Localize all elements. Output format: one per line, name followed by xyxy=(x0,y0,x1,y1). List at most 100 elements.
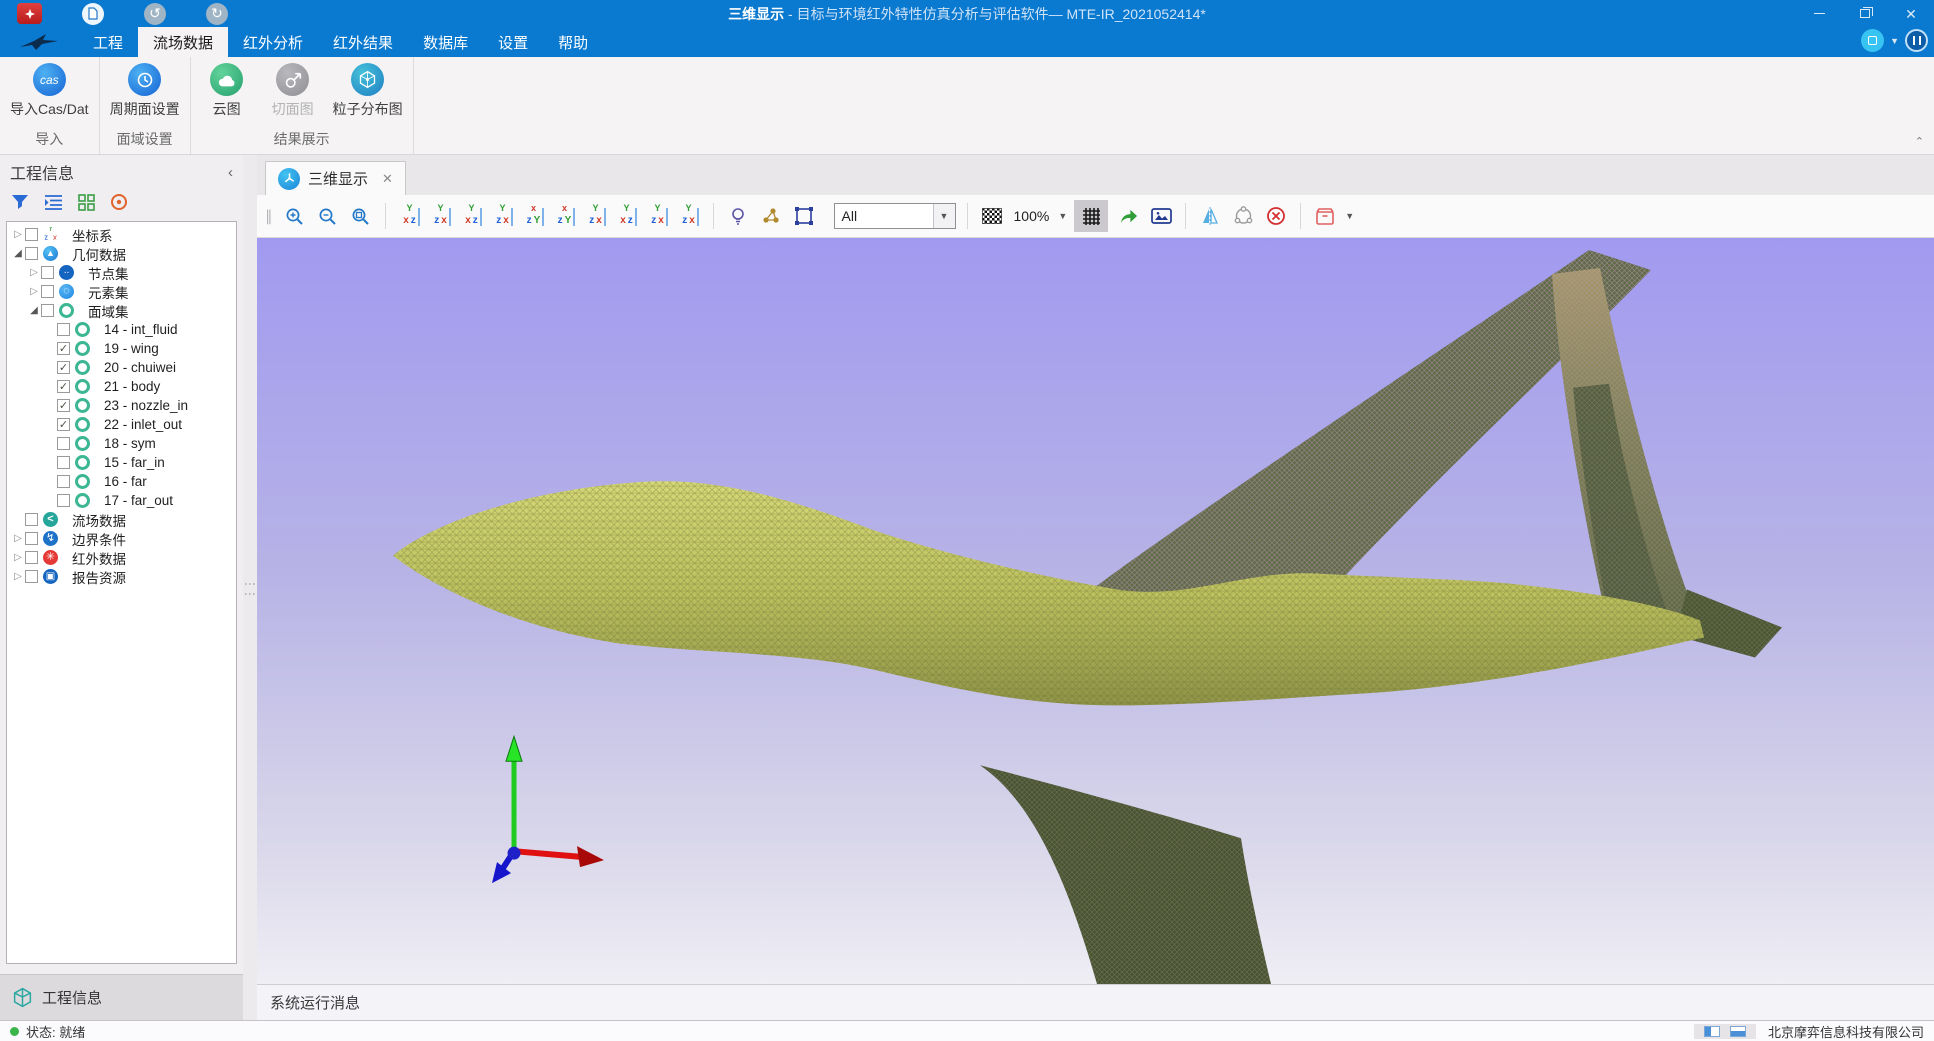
checkbox[interactable] xyxy=(57,475,70,488)
checkbox[interactable] xyxy=(57,494,70,507)
mesh-toggle-button[interactable] xyxy=(1074,200,1108,232)
combo-arrow-icon[interactable]: ▼ xyxy=(933,204,955,228)
tree-item[interactable]: ✓23 - nozzle_in xyxy=(7,396,236,415)
tree-item[interactable]: ▷▣报告资源 xyxy=(7,567,236,586)
view-orientation-button[interactable]: Yzx xyxy=(676,204,702,228)
menu-item[interactable]: 红外分析 xyxy=(228,27,318,57)
checkbox[interactable]: ✓ xyxy=(57,380,70,393)
help-book-button[interactable] xyxy=(1905,29,1928,52)
zoom-out-button[interactable] xyxy=(315,203,341,229)
export-button[interactable] xyxy=(1115,203,1141,229)
menu-item[interactable]: 设置 xyxy=(483,27,543,57)
expander-icon[interactable]: ◢ xyxy=(11,248,25,259)
tree-item[interactable]: 14 - int_fluid xyxy=(7,320,236,339)
tab-close-icon[interactable]: ✕ xyxy=(382,171,393,187)
restore-button[interactable] xyxy=(1842,0,1888,27)
panel-footer-tab[interactable]: 工程信息 xyxy=(0,974,243,1020)
archive-caret-icon[interactable]: ▼ xyxy=(1345,211,1354,221)
ribbon-button[interactable]: 云图 xyxy=(201,63,253,125)
new-document-button[interactable] xyxy=(82,3,104,25)
chevron-down-icon[interactable]: ▼ xyxy=(1890,36,1899,46)
select-region-button[interactable] xyxy=(791,203,817,229)
display-filter-select[interactable]: All ▼ xyxy=(834,203,956,229)
snapshot-button[interactable] xyxy=(1148,203,1174,229)
checkbox[interactable] xyxy=(41,285,54,298)
checkbox[interactable] xyxy=(25,228,38,241)
view-orientation-button[interactable]: xzY xyxy=(521,204,547,228)
checkbox[interactable]: ✓ xyxy=(57,361,70,374)
tree-item[interactable]: ▷∙∙节点集 xyxy=(7,263,236,282)
checkbox[interactable]: ✓ xyxy=(57,342,70,355)
view-orientation-button[interactable]: Yzx xyxy=(645,204,671,228)
share-nodes-button[interactable] xyxy=(1230,203,1256,229)
expander-icon[interactable]: ▷ xyxy=(11,229,25,240)
close-button[interactable]: ✕ xyxy=(1888,0,1934,27)
expander-icon[interactable]: ◢ xyxy=(27,305,41,316)
checkbox[interactable]: ✓ xyxy=(57,418,70,431)
tree-item[interactable]: 17 - far_out xyxy=(7,491,236,510)
expander-icon[interactable]: ▷ xyxy=(27,267,41,278)
list-view-button[interactable] xyxy=(43,192,63,212)
checkbox[interactable] xyxy=(25,551,38,564)
tree-item[interactable]: ◢▲几何数据 xyxy=(7,244,236,263)
tree-item[interactable]: ✓21 - body xyxy=(7,377,236,396)
layout-bottom-icon[interactable] xyxy=(1730,1026,1746,1037)
checkbox[interactable] xyxy=(41,266,54,279)
light-button[interactable] xyxy=(725,203,751,229)
zoom-percent-label[interactable]: 100% xyxy=(1014,208,1050,224)
expander-icon[interactable]: ▷ xyxy=(11,571,25,582)
ribbon-button[interactable]: cas导入Cas/Dat xyxy=(10,63,89,125)
redo-button[interactable]: ↻ xyxy=(206,3,228,25)
view-orientation-button[interactable]: Yxz xyxy=(614,204,640,228)
mirror-button[interactable] xyxy=(1197,203,1223,229)
archive-button[interactable] xyxy=(1312,203,1338,229)
filter-button[interactable] xyxy=(10,192,30,212)
undo-button[interactable]: ↺ xyxy=(144,3,166,25)
tree-item[interactable]: ✓22 - inlet_out xyxy=(7,415,236,434)
view-orientation-button[interactable]: Yxz xyxy=(397,204,423,228)
expander-icon[interactable]: ▷ xyxy=(11,552,25,563)
view-orientation-button[interactable]: Yzx xyxy=(490,204,516,228)
minimize-button[interactable] xyxy=(1796,0,1842,27)
toolbar-grip-icon[interactable]: ∥ xyxy=(265,207,273,225)
checkbox[interactable] xyxy=(25,570,38,583)
app-icon[interactable] xyxy=(17,3,42,24)
tree-item[interactable]: ▷↯边界条件 xyxy=(7,529,236,548)
checkbox[interactable] xyxy=(25,247,38,260)
menu-item[interactable]: 帮助 xyxy=(543,27,603,57)
tree-item[interactable]: ✓19 - wing xyxy=(7,339,236,358)
tree-item[interactable]: ◢面域集 xyxy=(7,301,236,320)
ribbon-collapse-icon[interactable]: ⌃ xyxy=(1915,135,1924,148)
locate-button[interactable] xyxy=(109,192,129,212)
view-orientation-button[interactable]: Yxz xyxy=(459,204,485,228)
tree-item[interactable]: <流场数据 xyxy=(7,510,236,529)
menu-item[interactable]: 红外结果 xyxy=(318,27,408,57)
checkbox[interactable] xyxy=(25,532,38,545)
tree-item[interactable]: ▷◌元素集 xyxy=(7,282,236,301)
tree-item[interactable]: 16 - far xyxy=(7,472,236,491)
tab-3d-view[interactable]: 三维显示 ✕ xyxy=(265,161,406,195)
viewport-3d[interactable] xyxy=(257,238,1934,984)
tree-item[interactable]: 18 - sym xyxy=(7,434,236,453)
ribbon-button[interactable]: 周期面设置 xyxy=(110,63,180,125)
tree-item[interactable]: ▷✳红外数据 xyxy=(7,548,236,567)
view-orientation-button[interactable]: Yzx xyxy=(428,204,454,228)
zoom-in-button[interactable] xyxy=(282,203,308,229)
panel-splitter[interactable]: ⋮⋮ xyxy=(243,155,257,1020)
opacity-button[interactable] xyxy=(979,203,1005,229)
tree-item[interactable]: 15 - far_in xyxy=(7,453,236,472)
panel-collapse-button[interactable]: ‹ xyxy=(228,164,233,181)
checkbox[interactable]: ✓ xyxy=(57,399,70,412)
menu-item[interactable]: 数据库 xyxy=(408,27,483,57)
checkbox[interactable] xyxy=(25,513,38,526)
menu-item[interactable]: 流场数据 xyxy=(138,27,228,57)
layout-left-icon[interactable] xyxy=(1704,1026,1720,1037)
checkbox[interactable] xyxy=(57,437,70,450)
checkbox[interactable] xyxy=(57,323,70,336)
checkbox[interactable] xyxy=(57,456,70,469)
expander-icon[interactable]: ▷ xyxy=(11,533,25,544)
tree-item[interactable]: ✓20 - chuiwei xyxy=(7,358,236,377)
cancel-button[interactable] xyxy=(1263,203,1289,229)
grid-view-button[interactable] xyxy=(76,192,96,212)
expander-icon[interactable]: ▷ xyxy=(27,286,41,297)
